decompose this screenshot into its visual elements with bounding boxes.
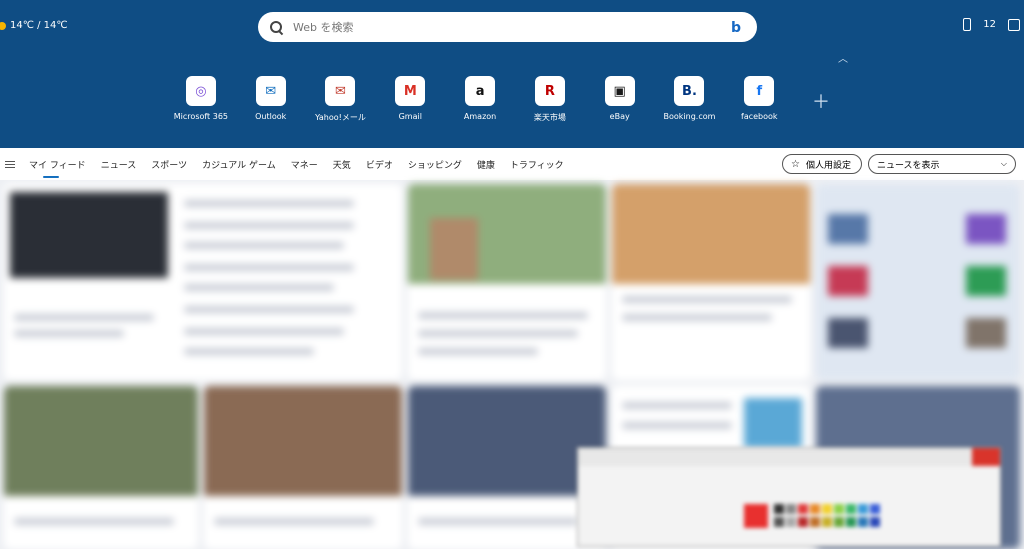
booking-icon: B. (674, 76, 705, 106)
gmail-icon: M (395, 76, 426, 106)
tab-8[interactable]: 健康 (477, 154, 495, 175)
color-swatch[interactable] (786, 517, 796, 527)
news-thumbnail (4, 386, 198, 496)
quicklink-label: Amazon (463, 112, 497, 121)
top-right-tools: 12 (963, 18, 1020, 31)
quicklink-label: eBay (609, 112, 630, 121)
news-card[interactable] (4, 386, 198, 549)
news-thumbnail (10, 192, 168, 278)
weather-icon (0, 21, 6, 30)
tab-9[interactable]: トラフィック (510, 154, 564, 175)
tab-4[interactable]: マネー (291, 154, 318, 175)
quicklink-ebay[interactable]: ▣ eBay (585, 76, 655, 123)
tab-3[interactable]: カジュアル ゲーム (202, 154, 276, 175)
tab-1[interactable]: ニュース (101, 154, 137, 175)
color-swatch[interactable] (858, 517, 868, 527)
rewards-count[interactable]: 12 (983, 19, 996, 30)
facebook-icon: f (744, 76, 775, 106)
menu-icon[interactable] (5, 160, 15, 168)
outlook-icon: ✉ (255, 76, 286, 106)
quicklink-microsoft365[interactable]: ◎ Microsoft 365 (166, 76, 236, 123)
header-banner: 14℃ / 14℃ b 12 ︿ ◎Microsoft 365✉Outlook✉… (0, 0, 1024, 148)
color-swatch[interactable] (858, 504, 868, 514)
personalize-button[interactable]: ☆ 個人用設定 (782, 154, 862, 174)
floating-tool-window[interactable] (577, 447, 1001, 547)
tool-window-titlebar (578, 448, 1000, 466)
news-card[interactable] (612, 184, 810, 380)
news-thumbnail (612, 184, 810, 284)
quicklink-outlook[interactable]: ✉ Outlook (236, 76, 306, 123)
quicklink-label: Microsoft 365 (173, 112, 228, 121)
tab-7[interactable]: ショッピング (408, 154, 462, 175)
tab-2[interactable]: スポーツ (151, 154, 187, 175)
tab-5[interactable]: 天気 (333, 154, 351, 175)
color-swatch[interactable] (786, 504, 796, 514)
color-swatch[interactable] (870, 517, 880, 527)
yahoo-mail-icon: ✉ (325, 76, 356, 106)
close-icon[interactable] (972, 448, 1000, 466)
color-swatch[interactable] (810, 504, 820, 514)
weather-widget[interactable]: 14℃ / 14℃ (0, 20, 68, 31)
bing-icon[interactable]: b (731, 20, 745, 36)
personalize-label: 個人用設定 (805, 160, 851, 171)
search-input[interactable] (293, 20, 731, 34)
news-display-select[interactable]: ニュースを表示 ⌵ (868, 154, 1016, 174)
color-swatch[interactable] (834, 517, 844, 527)
quicklink-label: Outlook (255, 112, 287, 121)
quicklink-label: 楽天市場 (533, 113, 566, 122)
quicklinks-row: ◎ Microsoft 365 ✉ Outlook ✉ Yahoo!メール M Gmail a A… (166, 76, 794, 123)
tab-6[interactable]: ビデオ (366, 154, 393, 175)
search-icon (270, 20, 283, 34)
nav-tabs: マイ フィード ニュース スポーツ カジュアル ゲーム マネー 天気 ビデオ ショッピング 健康… (29, 154, 579, 178)
quicklink-label: Booking.com (663, 112, 716, 121)
color-swatch[interactable] (810, 517, 820, 527)
selected-color-swatch[interactable] (744, 504, 768, 528)
phone-icon[interactable] (963, 18, 972, 31)
news-thumbnail (204, 386, 402, 496)
news-select-label: ニュースを表示 (877, 160, 940, 171)
color-swatch[interactable] (774, 517, 784, 527)
ebay-icon: ▣ (604, 76, 635, 106)
color-swatch[interactable] (870, 504, 880, 514)
search-box[interactable]: b (258, 12, 757, 42)
star-icon: ☆ (791, 158, 800, 170)
quicklink-rakuten[interactable]: R 楽天市場 (515, 76, 585, 123)
microsoft365-icon: ◎ (185, 76, 216, 106)
quicklink-yahoo-mail[interactable]: ✉ Yahoo!メール (306, 76, 376, 123)
quicklink-gmail[interactable]: M Gmail (375, 76, 445, 123)
weather-card[interactable] (816, 184, 1020, 380)
amazon-icon: a (465, 76, 496, 106)
quicklink-facebook[interactable]: f facebook (724, 76, 794, 123)
color-swatch[interactable] (798, 517, 808, 527)
chevron-up-icon[interactable]: ︿ (838, 50, 848, 65)
color-swatch[interactable] (834, 504, 844, 514)
quicklink-amazon[interactable]: a Amazon (445, 76, 515, 123)
color-swatch[interactable] (846, 504, 856, 514)
color-swatch[interactable] (798, 504, 808, 514)
rakuten-icon: R (534, 76, 565, 106)
add-quicklink-icon[interactable]: ＋ (812, 88, 830, 114)
tab-0[interactable]: マイ フィード (29, 154, 86, 178)
color-swatch[interactable] (822, 517, 832, 527)
color-swatch[interactable] (846, 517, 856, 527)
color-swatch[interactable] (822, 504, 832, 514)
color-swatch[interactable] (774, 504, 784, 514)
feed-navbar: マイ フィード ニュース スポーツ カジュアル ゲーム マネー 天気 ビデオ ショッピング 健康… (0, 148, 1024, 180)
chevron-down-icon: ⌵ (1000, 159, 1007, 168)
news-card[interactable] (4, 184, 402, 380)
quicklink-label: facebook (741, 112, 778, 121)
news-card[interactable] (204, 386, 402, 549)
weather-temps: 14℃ / 14℃ (10, 20, 68, 31)
quicklink-label: Yahoo!メール (315, 113, 366, 122)
quicklink-booking[interactable]: B. Booking.com (655, 76, 725, 123)
news-card[interactable] (408, 184, 606, 380)
settings-icon[interactable] (1008, 18, 1020, 31)
quicklink-label: Gmail (398, 112, 422, 121)
